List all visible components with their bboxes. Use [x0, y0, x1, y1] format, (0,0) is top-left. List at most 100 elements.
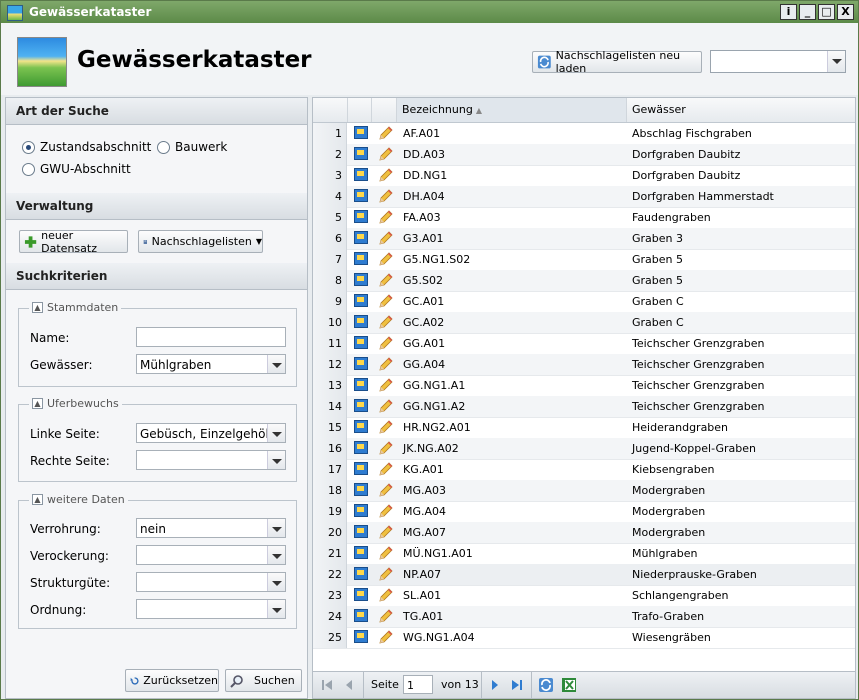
table-row[interactable]: 2 DD.A03 Dorfgraben Daubitz — [313, 144, 855, 166]
verrohrung-select[interactable]: nein — [136, 518, 286, 538]
edit-pencil-icon[interactable] — [377, 524, 394, 541]
lookup-lists-button[interactable]: Nachschlagelisten ▼ — [138, 230, 263, 253]
radio-gwu-abschnitt[interactable]: GWU-Abschnitt — [22, 162, 131, 176]
table-row[interactable]: 10 GC.A02 Graben C — [313, 312, 855, 334]
view-record-icon[interactable] — [354, 378, 368, 391]
view-record-icon[interactable] — [354, 588, 368, 601]
view-record-icon[interactable] — [354, 210, 368, 223]
info-button[interactable]: i — [780, 4, 797, 20]
new-record-button[interactable]: neuer Datensatz — [19, 229, 128, 255]
edit-pencil-icon[interactable] — [377, 356, 394, 373]
view-record-icon[interactable] — [354, 336, 368, 349]
table-row[interactable]: 1 AF.A01 Abschlag Fischgraben — [313, 123, 855, 145]
table-row[interactable]: 11 GG.A01 Teichscher Grenzgraben — [313, 333, 855, 355]
view-record-icon[interactable] — [354, 168, 368, 181]
view-record-icon[interactable] — [354, 420, 368, 433]
chevron-down-icon[interactable] — [267, 573, 285, 591]
view-record-icon[interactable] — [354, 504, 368, 517]
chevron-down-icon[interactable] — [267, 519, 285, 537]
right-bank-select[interactable] — [136, 450, 286, 470]
table-row[interactable]: 13 GG.NG1.A1 Teichscher Grenzgraben — [313, 375, 855, 397]
edit-pencil-icon[interactable] — [377, 461, 394, 478]
edit-pencil-icon[interactable] — [377, 230, 394, 247]
ordnung-select[interactable] — [136, 599, 286, 619]
close-button[interactable]: X — [837, 4, 854, 20]
edit-pencil-icon[interactable] — [377, 188, 394, 205]
table-row[interactable]: 20 MG.A07 Modergraben — [313, 522, 855, 544]
reset-button[interactable]: Zurücksetzen — [125, 669, 219, 692]
excel-export-icon[interactable] — [561, 677, 577, 693]
edit-pencil-icon[interactable] — [377, 314, 394, 331]
table-row[interactable]: 7 G5.NG1.S02 Graben 5 — [313, 249, 855, 271]
edit-pencil-icon[interactable] — [377, 125, 394, 142]
radio-bauwerk[interactable]: Bauwerk — [157, 140, 227, 154]
strukturguete-select[interactable] — [136, 572, 286, 592]
name-input[interactable] — [136, 327, 286, 347]
left-bank-select[interactable]: Gebüsch, Einzelgehölz — [136, 423, 286, 443]
collapse-toggle-icon[interactable]: ▲ — [32, 302, 43, 313]
view-record-icon[interactable] — [354, 441, 368, 454]
table-row[interactable]: 22 NP.A07 Niederprauske-Graben — [313, 564, 855, 586]
verockerung-select[interactable] — [136, 545, 286, 565]
view-record-icon[interactable] — [354, 273, 368, 286]
edit-pencil-icon[interactable] — [377, 566, 394, 583]
table-row[interactable]: 24 TG.A01 Trafo-Graben — [313, 606, 855, 628]
page-input[interactable]: 1 — [403, 675, 433, 694]
view-record-icon[interactable] — [354, 399, 368, 412]
edit-pencil-icon[interactable] — [377, 377, 394, 394]
refresh-icon[interactable] — [538, 677, 554, 693]
radio-zustandsabschnitt[interactable]: Zustandsabschnitt — [22, 140, 151, 154]
chevron-down-icon[interactable] — [267, 355, 285, 373]
edit-pencil-icon[interactable] — [377, 440, 394, 457]
prev-page-icon[interactable] — [341, 677, 357, 693]
view-record-icon[interactable] — [354, 147, 368, 160]
edit-pencil-icon[interactable] — [377, 209, 394, 226]
reload-lists-button[interactable]: Nachschlagelisten neu laden — [532, 49, 702, 75]
edit-pencil-icon[interactable] — [377, 545, 394, 562]
table-row[interactable]: 23 SL.A01 Schlangengraben — [313, 585, 855, 607]
edit-pencil-icon[interactable] — [377, 503, 394, 520]
last-page-icon[interactable] — [509, 677, 525, 693]
view-record-icon[interactable] — [354, 483, 368, 496]
collapse-toggle-icon[interactable]: ▲ — [32, 494, 43, 505]
collapse-toggle-icon[interactable]: ▲ — [32, 398, 43, 409]
view-record-icon[interactable] — [354, 231, 368, 244]
minimize-button[interactable]: _ — [799, 4, 816, 20]
view-record-icon[interactable] — [354, 462, 368, 475]
table-row[interactable]: 21 MÜ.NG1.A01 Mühlgraben — [313, 543, 855, 565]
edit-pencil-icon[interactable] — [377, 608, 394, 625]
first-page-icon[interactable] — [319, 677, 335, 693]
edit-pencil-icon[interactable] — [377, 419, 394, 436]
edit-pencil-icon[interactable] — [377, 398, 394, 415]
table-row[interactable]: 14 GG.NG1.A2 Teichscher Grenzgraben — [313, 396, 855, 418]
view-record-icon[interactable] — [354, 189, 368, 202]
view-record-icon[interactable] — [354, 252, 368, 265]
gewaesser-select[interactable]: Mühlgraben — [136, 354, 286, 374]
edit-pencil-icon[interactable] — [377, 272, 394, 289]
column-header-gewaesser[interactable]: Gewässer — [627, 98, 855, 122]
edit-pencil-icon[interactable] — [377, 629, 394, 646]
view-record-icon[interactable] — [354, 525, 368, 538]
chevron-down-icon[interactable] — [267, 424, 285, 442]
edit-pencil-icon[interactable] — [377, 587, 394, 604]
edit-pencil-icon[interactable] — [377, 335, 394, 352]
view-record-icon[interactable] — [354, 567, 368, 580]
header-select[interactable] — [710, 50, 846, 73]
view-record-icon[interactable] — [354, 609, 368, 622]
edit-pencil-icon[interactable] — [377, 146, 394, 163]
table-row[interactable]: 8 G5.S02 Graben 5 — [313, 270, 855, 292]
view-record-icon[interactable] — [354, 315, 368, 328]
table-row[interactable]: 25 WG.NG1.A04 Wiesengräben — [313, 627, 855, 649]
chevron-down-icon[interactable] — [267, 546, 285, 564]
column-header-bezeichnung[interactable]: Bezeichnung ▲ — [397, 98, 627, 122]
maximize-button[interactable]: □ — [818, 4, 835, 20]
edit-pencil-icon[interactable] — [377, 482, 394, 499]
table-row[interactable]: 3 DD.NG1 Dorfgraben Daubitz — [313, 165, 855, 187]
view-record-icon[interactable] — [354, 630, 368, 643]
table-row[interactable]: 4 DH.A04 Dorfgraben Hammerstadt — [313, 186, 855, 208]
view-record-icon[interactable] — [354, 294, 368, 307]
search-button[interactable]: Suchen — [225, 669, 302, 692]
chevron-down-icon[interactable] — [827, 51, 845, 72]
chevron-down-icon[interactable] — [267, 600, 285, 618]
view-record-icon[interactable] — [354, 546, 368, 559]
